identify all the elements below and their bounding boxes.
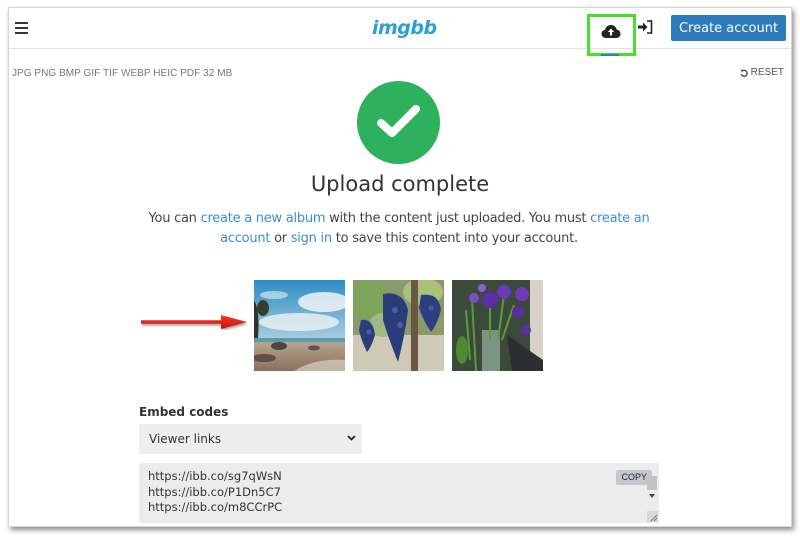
reset-button[interactable]: RESET [739, 67, 784, 78]
embed-link: https://ibb.co/sg7qWsN [148, 469, 282, 483]
create-album-link[interactable]: create a new album [201, 211, 326, 226]
cloud-upload-icon [601, 25, 621, 38]
active-tab-indicator [601, 54, 619, 56]
sign-in-icon[interactable] [637, 20, 653, 34]
top-bar: imgbb Create account [9, 8, 791, 56]
thumbnail-beach[interactable] [254, 280, 345, 371]
logo[interactable]: imgbb [372, 17, 437, 39]
hamburger-menu-icon[interactable] [15, 22, 28, 34]
embed-codes-label: Embed codes [139, 405, 229, 419]
create-account-button[interactable]: Create account [671, 15, 786, 41]
upload-complete-title: Upload complete [310, 172, 490, 196]
browser-page: imgbb Create account JPG PNG BMP GIF TIF… [8, 7, 792, 527]
upload-description: You can create a new album with the cont… [139, 209, 659, 248]
reset-label: RESET [750, 67, 784, 78]
check-circle-icon [357, 81, 440, 164]
embed-link: https://ibb.co/m8CCrPC [148, 500, 283, 514]
resize-handle-icon[interactable] [647, 511, 658, 522]
uploaded-thumbnails [254, 280, 543, 371]
sign-in-link[interactable]: sign in [291, 231, 332, 246]
desc-text: You can [148, 211, 201, 226]
embed-link: https://ibb.co/P1Dn5C7 [148, 484, 281, 499]
desc-text: to save this content into your account. [331, 230, 578, 246]
desc-text: or [270, 230, 291, 246]
upload-button[interactable] [587, 14, 636, 56]
scroll-down-arrow-icon[interactable] [649, 494, 655, 498]
thumbnail-flowers[interactable] [452, 280, 543, 371]
chevron-down-icon [347, 435, 356, 441]
undo-icon [739, 69, 748, 77]
supported-formats-text: JPG PNG BMP GIF TIF WEBP HEIC PDF 32 MB [12, 68, 233, 79]
embed-type-select[interactable]: Viewer links [139, 424, 362, 454]
selected-option: Viewer links [149, 432, 222, 446]
thumbnail-grapes[interactable] [353, 280, 444, 371]
desc-text: with the content just uploaded. You must [325, 211, 591, 226]
red-arrow-icon [141, 315, 247, 329]
embed-codes-textarea[interactable]: https://ibb.co/sg7qWsN https://ibb.co/P1… [139, 463, 659, 523]
scrollbar-thumb[interactable] [647, 476, 657, 490]
